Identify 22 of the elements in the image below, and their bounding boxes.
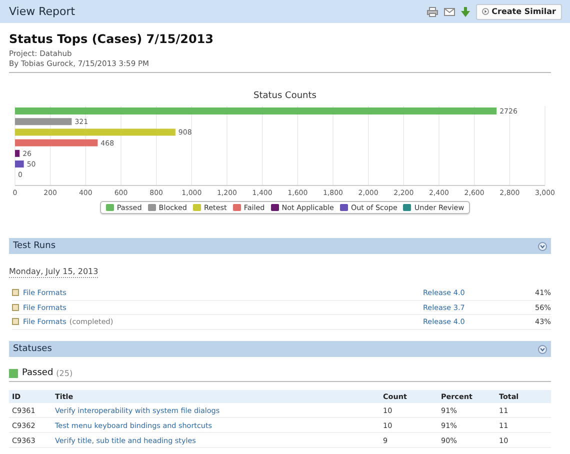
date-heading: Monday, July 15, 2013 [9,266,98,278]
create-similar-button[interactable]: Create Similar [476,4,562,20]
legend-swatch [106,204,114,211]
chart-title: Status Counts [252,90,318,103]
collapse-icon[interactable] [538,242,547,250]
legend-swatch [403,204,412,211]
status-count: (25) [56,368,73,378]
mail-icon[interactable] [444,8,455,16]
legend-swatch [340,204,348,211]
section-title: Test Runs [13,241,56,251]
report-title: Status Tops (Cases) 7/15/2013 [9,32,215,46]
page-title: View Report [9,5,76,18]
printer-icon[interactable] [426,6,438,16]
legend-swatch [232,204,241,211]
play-icon [482,8,489,15]
collapse-icon[interactable] [538,344,547,354]
section-title: Statuses [13,344,52,354]
download-icon[interactable] [460,6,470,16]
legend-swatch [192,204,201,211]
legend-swatch [148,204,156,211]
legend-swatch [270,204,279,211]
status-group-label: Passed [22,368,54,378]
